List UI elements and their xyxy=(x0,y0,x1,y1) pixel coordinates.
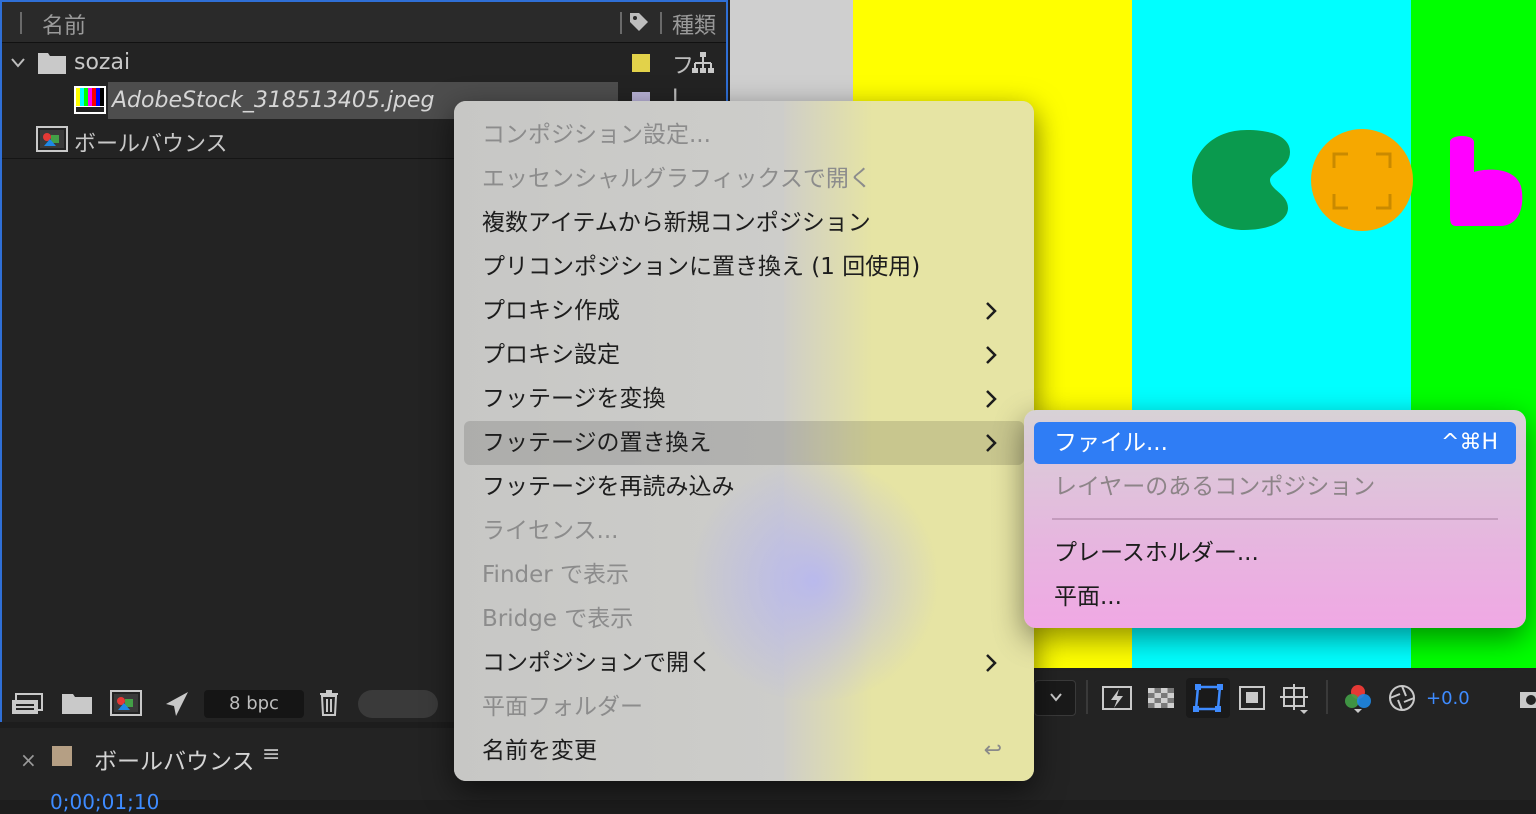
menu-item-reveal-in-finder[interactable]: Finder で表示 xyxy=(464,553,1024,597)
menu-item-label: コンポジション設定... xyxy=(482,122,711,148)
menu-item-label: プロキシ設定 xyxy=(482,342,620,368)
magnification-dropdown[interactable] xyxy=(1034,680,1076,716)
menu-item-label: フッテージを変換 xyxy=(482,386,666,412)
chevron-right-icon xyxy=(986,654,997,672)
label-color-swatch[interactable] xyxy=(632,54,650,72)
chevron-right-icon xyxy=(986,390,997,408)
new-folder-icon[interactable] xyxy=(62,692,92,714)
rgb-channels-icon[interactable] xyxy=(1342,682,1374,714)
chevron-down-icon xyxy=(1050,693,1062,702)
menu-item-label: 名前を変更 xyxy=(482,738,597,764)
magenta-shape[interactable] xyxy=(1446,132,1536,232)
submenu-item-label: レイヤーのあるコンポジション xyxy=(1054,474,1376,500)
submenu-item-comp-with-layers[interactable]: レイヤーのあるコンポジション xyxy=(1034,466,1516,508)
menu-item-label: フッテージを再読み込み xyxy=(482,474,735,500)
menu-item-label: コンポジションで開く xyxy=(482,650,712,676)
chevron-right-icon xyxy=(986,302,997,320)
menu-item-create-proxy[interactable]: プロキシ作成 xyxy=(464,289,1024,333)
menu-separator xyxy=(1052,518,1498,520)
toolbar-separator xyxy=(1326,680,1328,714)
toolbar-separator xyxy=(1086,680,1088,714)
context-menu: コンポジション設定... エッセンシャルグラフィックスで開く 複数アイテムから新… xyxy=(454,101,1034,781)
menu-item-interpret-footage[interactable]: フッテージを変換 xyxy=(464,377,1024,421)
exposure-value[interactable]: +0.0 xyxy=(1426,688,1470,709)
project-item-label: ボールバウンス xyxy=(74,132,228,157)
bit-depth-button[interactable]: 8 bpc xyxy=(204,690,304,718)
menu-item-label: プロキシ作成 xyxy=(482,298,620,324)
menu-item-solids-folder[interactable]: 平面フォルダー xyxy=(464,685,1024,729)
column-separator[interactable] xyxy=(660,12,662,34)
menu-item-label: Finder で表示 xyxy=(482,562,630,588)
project-search-field[interactable] xyxy=(358,690,438,718)
menu-item-label: エッセンシャルグラフィックスで開く xyxy=(482,166,872,192)
timeline-tab-title[interactable]: ボールバウンス xyxy=(94,742,255,776)
flowchart-icon[interactable] xyxy=(690,50,716,76)
green-ball-shape[interactable] xyxy=(1192,128,1302,232)
menu-item-reveal-in-bridge[interactable]: Bridge で表示 xyxy=(464,597,1024,641)
menu-item-label: プリコンポジションに置き換え (1 回使用) xyxy=(482,254,921,280)
menu-item-open-essential-graphics[interactable]: エッセンシャルグラフィックスで開く xyxy=(464,157,1024,201)
project-item-folder[interactable]: sozai フ xyxy=(2,44,726,82)
submenu-item-placeholder[interactable]: プレースホルダー... xyxy=(1034,532,1516,574)
mask-path-icon xyxy=(1193,684,1223,712)
chevron-down-icon[interactable] xyxy=(10,56,26,70)
new-composition-icon[interactable] xyxy=(110,690,142,716)
column-separator[interactable] xyxy=(620,12,622,34)
fast-previews-icon[interactable] xyxy=(1102,684,1132,712)
menu-item-open-in-composition[interactable]: コンポジションで開く xyxy=(464,641,1024,685)
column-separator[interactable] xyxy=(20,12,22,34)
menu-item-label: ライセンス... xyxy=(482,518,619,544)
project-item-label: AdobeStock_318513405.jpeg xyxy=(112,88,435,113)
viewer-toolbar: +0.0 xyxy=(1034,668,1536,728)
menu-item-label: フッテージの置き換え xyxy=(482,430,712,456)
composition-icon xyxy=(36,126,68,152)
reset-exposure-icon[interactable] xyxy=(1388,684,1416,712)
snapshot-icon[interactable] xyxy=(1518,686,1536,710)
project-item-label: sozai xyxy=(74,50,131,75)
menu-item-label: 平面フォルダー xyxy=(482,694,643,720)
chevron-right-icon xyxy=(986,434,997,452)
menu-item-license[interactable]: ライセンス... xyxy=(464,509,1024,553)
submenu-item-solid[interactable]: 平面... xyxy=(1034,576,1516,618)
transparency-grid-icon[interactable] xyxy=(1146,684,1176,712)
menu-item-reload-footage[interactable]: フッテージを再読み込み xyxy=(464,465,1024,509)
adobe-media-encoder-icon[interactable] xyxy=(162,690,190,718)
color-bars-icon xyxy=(74,86,106,114)
menu-item-label: Bridge で表示 xyxy=(482,606,634,632)
keyboard-shortcut: ^⌘H xyxy=(1441,430,1498,455)
trash-icon[interactable] xyxy=(318,690,340,716)
comp-label-swatch xyxy=(52,746,72,766)
folder-icon xyxy=(38,53,66,74)
region-of-interest-icon[interactable] xyxy=(1238,684,1266,712)
submenu-item-file[interactable]: ファイル... ^⌘H xyxy=(1034,422,1516,464)
orange-ball-shape[interactable] xyxy=(1310,128,1414,232)
menu-item-label: 複数アイテムから新規コンポジション xyxy=(482,210,871,236)
menu-item-replace-footage[interactable]: フッテージの置き換え xyxy=(464,421,1024,465)
menu-item-new-comp-from-selection[interactable]: 複数アイテムから新規コンポジション xyxy=(464,201,1024,245)
submenu-item-label: プレースホルダー... xyxy=(1054,540,1259,566)
chevron-right-icon xyxy=(986,346,997,364)
menu-item-set-proxy[interactable]: プロキシ設定 xyxy=(464,333,1024,377)
column-header-type[interactable]: 種類 xyxy=(672,8,716,40)
grid-guides-icon[interactable] xyxy=(1278,682,1312,716)
mask-path-toggle[interactable] xyxy=(1186,678,1230,718)
panel-menu-icon[interactable]: ≡ xyxy=(262,742,280,767)
current-time[interactable]: 0;00;01;10 xyxy=(50,790,159,814)
column-header-name[interactable]: 名前 xyxy=(42,8,86,40)
menu-item-rename[interactable]: 名前を変更 ↩ xyxy=(464,729,1024,773)
menu-item-composition-settings[interactable]: コンポジション設定... xyxy=(464,113,1024,157)
interpret-footage-icon[interactable] xyxy=(10,692,44,716)
menu-item-replace-with-precomp[interactable]: プリコンポジションに置き換え (1 回使用) xyxy=(464,245,1024,289)
project-header: 名前 種類 xyxy=(2,2,726,43)
submenu-item-label: ファイル... xyxy=(1054,430,1168,456)
replace-footage-submenu: ファイル... ^⌘H レイヤーのあるコンポジション プレースホルダー... 平… xyxy=(1024,410,1526,628)
label-tag-icon[interactable] xyxy=(628,11,650,33)
return-key-shortcut: ↩ xyxy=(983,738,1002,763)
submenu-item-label: 平面... xyxy=(1054,584,1122,610)
close-tab-icon[interactable]: × xyxy=(20,748,37,772)
